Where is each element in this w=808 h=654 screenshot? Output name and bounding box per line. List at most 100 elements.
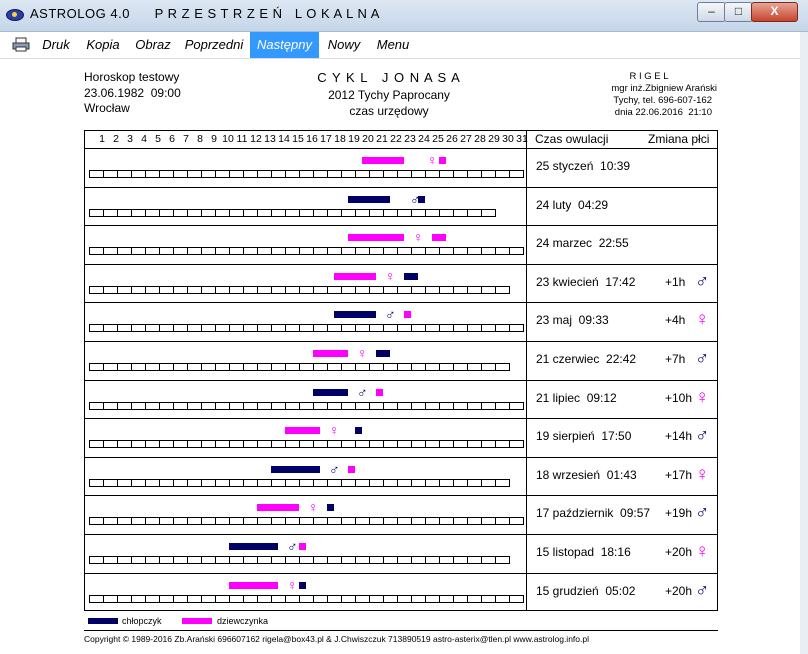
day-cell bbox=[327, 517, 342, 525]
day-cell bbox=[187, 440, 202, 448]
day-cell bbox=[285, 556, 300, 564]
author-phone: Tychy, tel. 696-607-162 bbox=[613, 95, 712, 106]
close-button[interactable]: X bbox=[751, 2, 798, 22]
row-separator bbox=[84, 573, 718, 574]
day-cell bbox=[453, 286, 468, 294]
day-cell bbox=[313, 595, 328, 603]
boy-period-bar bbox=[355, 427, 362, 434]
day-cell bbox=[131, 247, 146, 255]
day-cell bbox=[173, 209, 188, 217]
day-cell bbox=[299, 479, 314, 487]
day-cell bbox=[299, 170, 314, 178]
ovulation-datetime: 21 czerwiec 22:42 bbox=[536, 352, 637, 366]
day-cell bbox=[481, 440, 496, 448]
day-cell bbox=[341, 595, 356, 603]
day-cell bbox=[103, 479, 118, 487]
day-cell bbox=[369, 363, 384, 371]
day-cell bbox=[411, 286, 426, 294]
menu-poprzedni[interactable]: Poprzedni bbox=[182, 32, 246, 58]
day-cell bbox=[453, 440, 468, 448]
day-cell bbox=[243, 595, 258, 603]
menu-nowy[interactable]: Nowy bbox=[324, 32, 364, 58]
day-cell bbox=[243, 556, 258, 564]
day-cell bbox=[229, 209, 244, 217]
day-cell bbox=[131, 209, 146, 217]
day-cell bbox=[145, 324, 160, 332]
day-cell bbox=[369, 170, 384, 178]
day-cell bbox=[229, 247, 244, 255]
day-cell bbox=[187, 286, 202, 294]
day-cell bbox=[187, 170, 202, 178]
day-cell bbox=[117, 402, 132, 410]
author-name: mgr inż.Zbigniew Arański bbox=[611, 83, 717, 94]
day-cell bbox=[257, 209, 272, 217]
day-cell bbox=[439, 440, 454, 448]
maximize-button[interactable]: □ bbox=[724, 2, 753, 22]
day-cell bbox=[243, 440, 258, 448]
female-symbol-icon: ♀ bbox=[308, 499, 319, 515]
day-cell bbox=[117, 479, 132, 487]
day-cell bbox=[369, 595, 384, 603]
day-cell bbox=[285, 209, 300, 217]
day-cell bbox=[285, 402, 300, 410]
day-cell bbox=[411, 363, 426, 371]
menu-obraz[interactable]: Obraz bbox=[130, 32, 176, 58]
day-cell bbox=[271, 556, 286, 564]
day-cell bbox=[355, 170, 370, 178]
day-cell bbox=[467, 517, 482, 525]
day-cell bbox=[299, 286, 314, 294]
day-number: 31 bbox=[516, 133, 528, 145]
male-symbol-icon: ♂ bbox=[695, 580, 710, 601]
female-symbol-icon: ♀ bbox=[695, 387, 710, 408]
day-cell bbox=[453, 479, 468, 487]
day-number: 28 bbox=[474, 133, 486, 145]
day-cell bbox=[299, 247, 314, 255]
day-cell bbox=[229, 479, 244, 487]
menu-menu[interactable]: Menu bbox=[370, 32, 416, 58]
day-cell bbox=[397, 324, 412, 332]
day-cell bbox=[229, 440, 244, 448]
day-cell bbox=[341, 247, 356, 255]
menu-kopia[interactable]: Kopia bbox=[82, 32, 124, 58]
astrolog-app-icon[interactable] bbox=[6, 9, 24, 21]
day-cell bbox=[103, 402, 118, 410]
day-cell bbox=[383, 324, 398, 332]
day-cell bbox=[187, 556, 202, 564]
day-cell bbox=[495, 247, 510, 255]
day-cell bbox=[453, 363, 468, 371]
menu-nastepny[interactable]: Następny bbox=[250, 32, 319, 58]
day-cell bbox=[313, 517, 328, 525]
legend-boy-swatch bbox=[88, 618, 118, 624]
day-cell bbox=[131, 170, 146, 178]
day-cell bbox=[103, 286, 118, 294]
ovulation-datetime: 24 marzec 22:55 bbox=[536, 236, 629, 250]
day-cell bbox=[89, 324, 104, 332]
day-cell bbox=[159, 402, 174, 410]
menu-druk[interactable]: Druk bbox=[36, 32, 76, 58]
minimize-button[interactable]: – bbox=[697, 2, 726, 22]
day-cell bbox=[271, 286, 286, 294]
day-cell bbox=[481, 286, 496, 294]
day-cell bbox=[383, 286, 398, 294]
day-cell bbox=[383, 517, 398, 525]
day-cell bbox=[117, 595, 132, 603]
day-cell bbox=[397, 440, 412, 448]
day-cell bbox=[159, 517, 174, 525]
day-cell bbox=[201, 517, 216, 525]
day-cell bbox=[453, 517, 468, 525]
day-cell bbox=[355, 209, 370, 217]
printer-icon[interactable] bbox=[12, 37, 30, 52]
day-cell bbox=[229, 402, 244, 410]
day-cell bbox=[327, 247, 342, 255]
day-cell bbox=[103, 556, 118, 564]
day-cell bbox=[271, 517, 286, 525]
day-cell bbox=[495, 440, 510, 448]
sex-change-offset: +17h bbox=[665, 468, 693, 482]
day-cell bbox=[327, 556, 342, 564]
boy-period-bar bbox=[271, 466, 320, 473]
day-cell bbox=[159, 556, 174, 564]
day-cell bbox=[117, 247, 132, 255]
day-cell bbox=[313, 324, 328, 332]
sex-change-offset: +19h bbox=[665, 506, 693, 520]
sex-change-offset: +10h bbox=[665, 391, 693, 405]
